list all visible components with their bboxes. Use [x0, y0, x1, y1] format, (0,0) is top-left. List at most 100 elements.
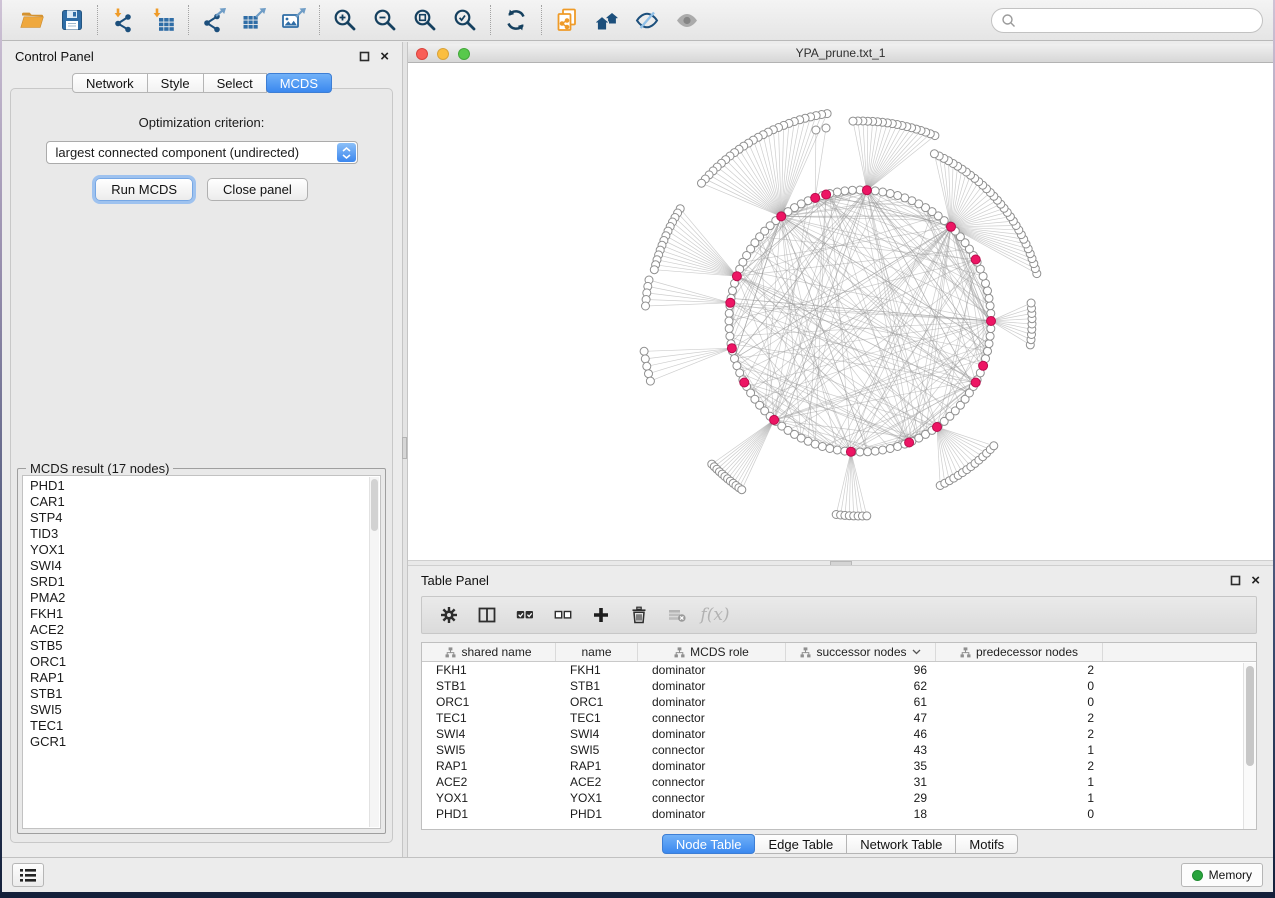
network-node[interactable] — [986, 332, 994, 340]
network-dominator-node[interactable] — [822, 190, 831, 199]
tab-network[interactable]: Network — [72, 73, 148, 93]
network-node[interactable] — [642, 302, 650, 310]
network-node[interactable] — [871, 447, 879, 455]
list-scrollbar[interactable] — [369, 477, 379, 827]
network-node[interactable] — [643, 362, 651, 370]
search-input[interactable] — [1021, 12, 1253, 28]
network-dominator-node[interactable] — [727, 344, 736, 353]
tab-network-table[interactable]: Network Table — [847, 834, 956, 854]
network-node[interactable] — [640, 347, 648, 355]
network-node[interactable] — [984, 287, 992, 295]
float-panel-icon[interactable] — [359, 51, 370, 62]
mcds-result-item[interactable]: SWI5 — [24, 702, 368, 718]
network-node[interactable] — [645, 370, 653, 378]
network-node[interactable] — [984, 347, 992, 355]
network-dominator-node[interactable] — [971, 255, 980, 264]
network-dominator-node[interactable] — [732, 272, 741, 281]
import-network-button[interactable] — [103, 3, 143, 37]
network-node[interactable] — [725, 317, 733, 325]
tab-style[interactable]: Style — [148, 73, 204, 93]
network-node[interactable] — [848, 186, 856, 194]
network-dominator-node[interactable] — [971, 378, 980, 387]
mcds-result-item[interactable]: YOX1 — [24, 542, 368, 558]
network-node[interactable] — [738, 486, 746, 494]
network-dominator-node[interactable] — [726, 298, 735, 307]
table-row[interactable]: FKH1FKH1dominator962 — [422, 662, 1256, 678]
network-node[interactable] — [833, 446, 841, 454]
open-file-button[interactable] — [12, 3, 52, 37]
network-node[interactable] — [833, 188, 841, 196]
export-network-button[interactable] — [194, 3, 234, 37]
table-row[interactable]: SWI5SWI5connector431 — [422, 742, 1256, 758]
mcds-result-item[interactable]: PHD1 — [24, 478, 368, 494]
close-panel-icon[interactable]: × — [1251, 575, 1260, 586]
network-dominator-node[interactable] — [979, 361, 988, 370]
float-panel-icon[interactable] — [1230, 575, 1241, 586]
window-zoom-icon[interactable] — [458, 48, 470, 60]
zoom-fit-button[interactable] — [405, 3, 445, 37]
mcds-result-item[interactable]: CAR1 — [24, 494, 368, 510]
delete-column-button[interactable] — [620, 600, 658, 630]
network-node[interactable] — [818, 443, 826, 451]
network-node[interactable] — [822, 124, 830, 132]
network-node[interactable] — [725, 325, 733, 333]
network-node[interactable] — [930, 150, 938, 158]
network-node[interactable] — [698, 179, 706, 187]
tab-motifs[interactable]: Motifs — [956, 834, 1018, 854]
import-table-button[interactable] — [143, 3, 183, 37]
column-header-successor-nodes[interactable]: successor nodes — [786, 643, 936, 661]
network-node[interactable] — [725, 309, 733, 317]
memory-button[interactable]: Memory — [1181, 863, 1263, 887]
network-node[interactable] — [986, 302, 994, 310]
mcds-result-item[interactable]: TID3 — [24, 526, 368, 542]
tab-mcds[interactable]: MCDS — [266, 73, 332, 93]
mcds-result-item[interactable]: TEC1 — [24, 718, 368, 734]
export-image-button[interactable] — [274, 3, 314, 37]
network-dominator-node[interactable] — [777, 212, 786, 221]
network-dominator-node[interactable] — [987, 317, 996, 326]
table-row[interactable]: STB1STB1dominator620 — [422, 678, 1256, 694]
mcds-result-item[interactable]: STP4 — [24, 510, 368, 526]
hide-selected-button[interactable] — [627, 3, 667, 37]
table-row[interactable]: ORC1ORC1dominator610 — [422, 694, 1256, 710]
splitter-handle[interactable] — [402, 437, 407, 459]
splitter-handle[interactable] — [830, 561, 852, 565]
close-panel-icon[interactable]: × — [380, 51, 389, 62]
zoom-selected-button[interactable] — [445, 3, 485, 37]
network-dominator-node[interactable] — [740, 378, 749, 387]
network-node[interactable] — [871, 187, 879, 195]
table-row[interactable]: YOX1YOX1connector291 — [422, 790, 1256, 806]
network-node[interactable] — [729, 287, 737, 295]
run-mcds-button[interactable]: Run MCDS — [95, 178, 193, 201]
refresh-view-button[interactable] — [496, 3, 536, 37]
network-node[interactable] — [985, 294, 993, 302]
search-box[interactable] — [991, 8, 1263, 33]
network-node[interactable] — [856, 448, 864, 456]
mcds-result-item[interactable]: ORC1 — [24, 654, 368, 670]
network-node[interactable] — [863, 512, 871, 520]
mcds-result-item[interactable]: GCR1 — [24, 734, 368, 750]
zoom-out-button[interactable] — [365, 3, 405, 37]
mcds-result-item[interactable]: FKH1 — [24, 606, 368, 622]
network-node[interactable] — [879, 446, 887, 454]
network-node[interactable] — [726, 332, 734, 340]
show-columns-button[interactable] — [468, 600, 506, 630]
network-dominator-node[interactable] — [947, 222, 956, 231]
column-header-predecessor-nodes[interactable]: predecessor nodes — [936, 643, 1103, 661]
network-node[interactable] — [646, 377, 654, 385]
network-node[interactable] — [841, 187, 849, 195]
criterion-select[interactable]: largest connected component (undirected) — [46, 141, 358, 164]
task-history-button[interactable] — [12, 863, 44, 887]
network-node[interactable] — [812, 126, 820, 134]
network-node[interactable] — [879, 188, 887, 196]
column-header-shared-name[interactable]: shared name — [422, 643, 556, 661]
mcds-result-item[interactable]: RAP1 — [24, 670, 368, 686]
close-panel-button[interactable]: Close panel — [207, 178, 308, 201]
table-row[interactable]: SWI4SWI4dominator462 — [422, 726, 1256, 742]
network-node[interactable] — [1027, 299, 1035, 307]
tab-edge-table[interactable]: Edge Table — [755, 834, 847, 854]
network-node[interactable] — [849, 117, 857, 125]
network-window-titlebar[interactable]: YPA_prune.txt_1 — [408, 44, 1273, 63]
tab-select[interactable]: Select — [204, 73, 267, 93]
network-dominator-node[interactable] — [933, 423, 942, 432]
